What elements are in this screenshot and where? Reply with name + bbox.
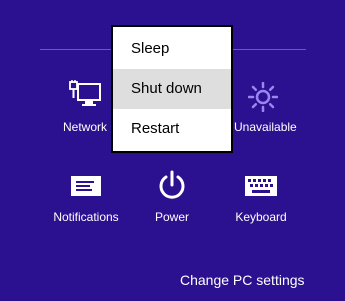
keyboard-label: Keyboard [235,210,287,224]
network-tile[interactable]: Network [52,80,118,140]
change-pc-settings-link[interactable]: Change PC settings [180,272,305,288]
menu-item-sleep[interactable]: Sleep [113,29,231,69]
notifications-tile[interactable]: Notifications [46,170,126,230]
power-icon [159,170,185,199]
brightness-tile[interactable]: Unavailable [228,80,298,140]
power-menu: Sleep Shut down Restart [111,25,233,153]
power-tile[interactable]: Power [142,170,202,230]
brightness-icon [248,82,278,112]
menu-item-restart[interactable]: Restart [113,109,231,149]
power-label: Power [154,210,189,224]
menu-item-shut-down[interactable]: Shut down [113,69,231,109]
unavailable-label: Unavailable [234,120,297,134]
notifications-icon [71,176,101,196]
notifications-label: Notifications [53,210,119,224]
keyboard-icon [245,176,277,196]
keyboard-tile[interactable]: Keyboard [226,170,296,230]
network-label: Network [62,120,107,134]
network-icon [69,80,101,106]
